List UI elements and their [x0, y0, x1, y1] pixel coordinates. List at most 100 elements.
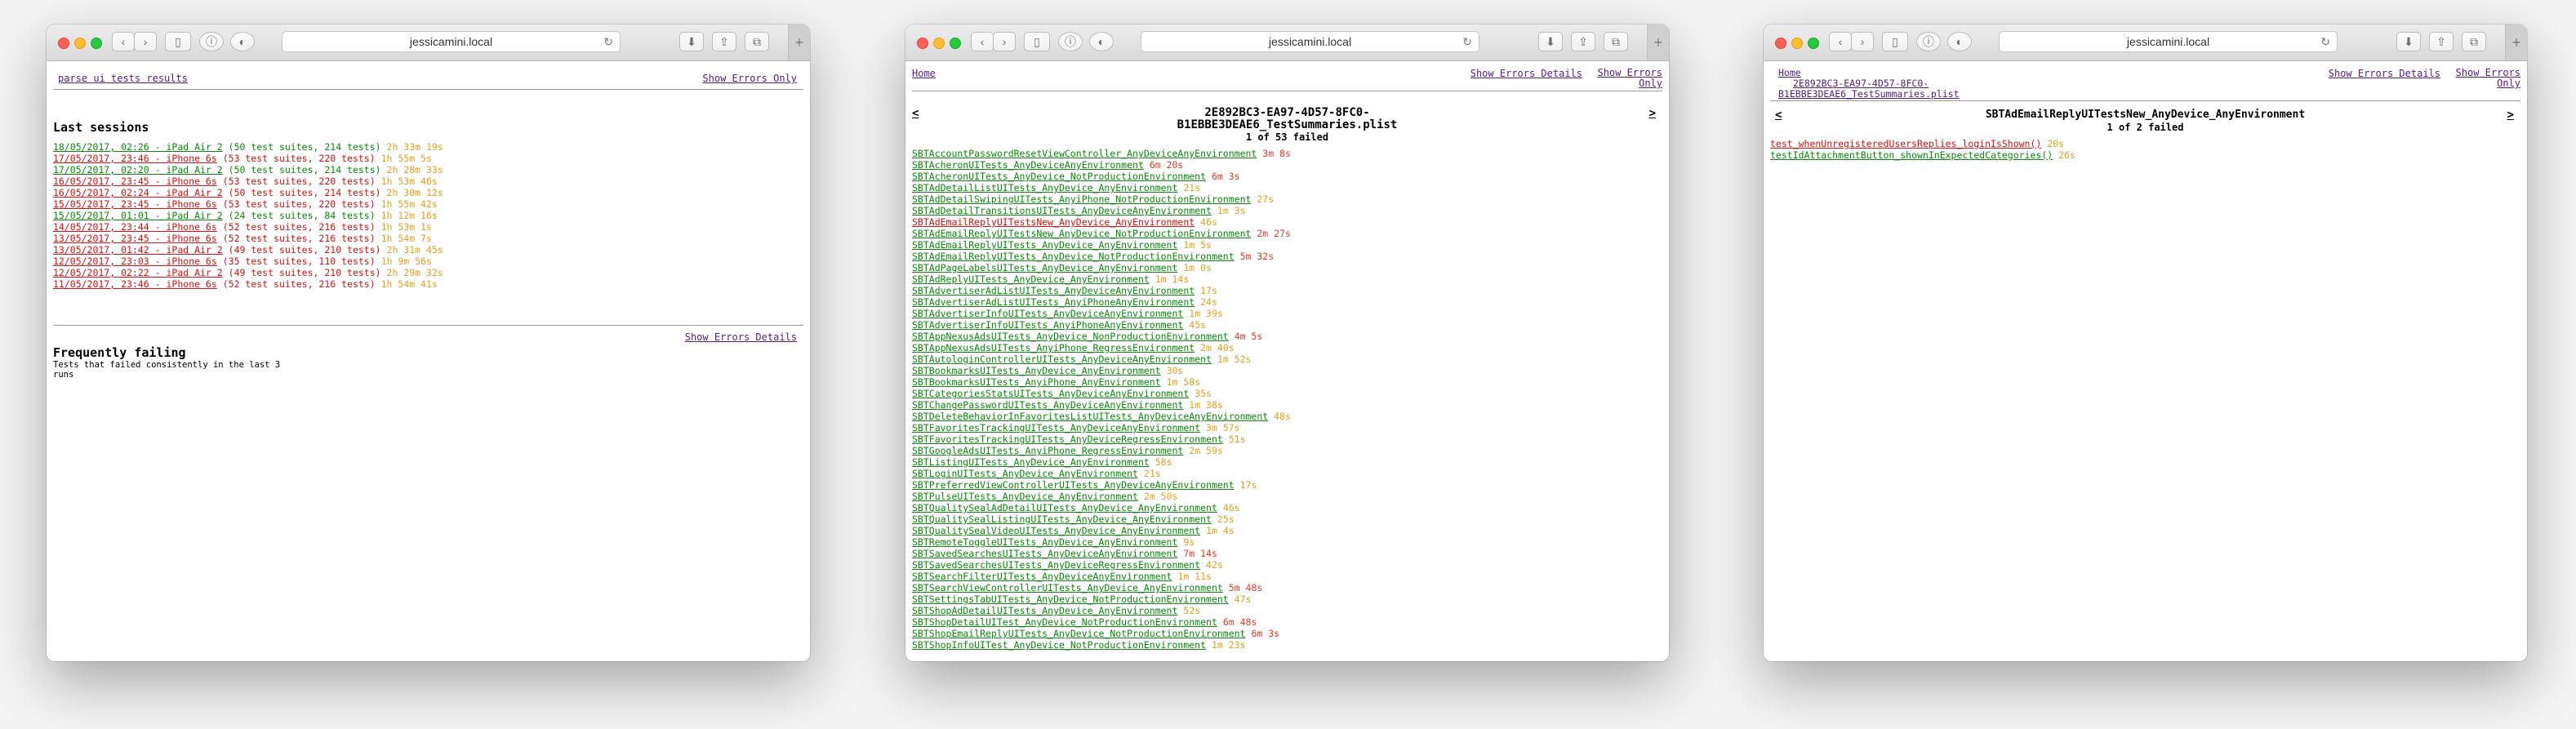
download-icon[interactable]: ⬇ [2396, 32, 2421, 51]
test-link[interactable]: test_whenUnregisteredUsersReplies_loginI… [1770, 138, 2041, 149]
suite-link[interactable]: SBTAdvertiserAdListUITests_AnyDeviceAnyE… [912, 285, 1195, 296]
zoom-window-button[interactable] [91, 38, 102, 49]
session-link[interactable]: 13/05/2017, 23:45 - iPhone 6s [53, 233, 217, 244]
close-window-button[interactable] [58, 38, 69, 49]
suite-link[interactable]: SBTPulseUITests_AnyDevice_AnyEnvironment [912, 491, 1138, 502]
home-link[interactable]: Home [912, 68, 936, 79]
suite-link[interactable]: SBTRemoteToggleUITests_AnyDevice_AnyEnvi… [912, 536, 1177, 548]
session-link[interactable]: 15/05/2017, 23:45 - iPhone 6s [53, 198, 217, 210]
show-errors-only-link[interactable]: Show Errors Only [2456, 68, 2520, 89]
suite-link[interactable]: SBTAdDetailTransitionsUITests_AnyDeviceA… [912, 205, 1212, 216]
back-button[interactable]: ‹ [971, 32, 994, 51]
suite-link[interactable]: SBTAdvertiserInfoUITests_AnyDeviceAnyEnv… [912, 308, 1183, 319]
address-bar[interactable]: jessicamini.local ↻ [1141, 31, 1479, 52]
share-icon[interactable]: ⇪ [712, 32, 736, 51]
tabs-icon[interactable]: ⧉ [745, 32, 769, 51]
suite-link[interactable]: SBTShopInfoUITest_AnyDevice_NotProductio… [912, 639, 1206, 651]
suite-link[interactable]: SBTAppNexusAdsUITests_AnyiPhone_RegressE… [912, 342, 1195, 353]
sidebar-icon[interactable]: ▯ [1882, 32, 1908, 51]
suite-link[interactable]: SBTCategoriesStatsUITests_AnyDeviceAnyEn… [912, 388, 1189, 399]
suite-link[interactable]: SBTAccountPasswordResetViewController_An… [912, 148, 1257, 159]
show-errors-only-link[interactable]: Show Errors Only [702, 73, 797, 84]
suite-link[interactable]: SBTAcheronUITests_AnyDevice_NotProductio… [912, 171, 1206, 182]
session-link[interactable]: 12/05/2017, 23:03 - iPhone 6s [53, 256, 217, 267]
suite-link[interactable]: SBTAdDetailListUITests_AnyDevice_AnyEnvi… [912, 182, 1177, 193]
session-link[interactable]: 14/05/2017, 23:44 - iPhone 6s [53, 221, 217, 233]
suite-link[interactable]: SBTDeleteBehaviorInFavoritesListUITests_… [912, 411, 1268, 422]
suite-link[interactable]: SBTQualitySealVideoUITests_AnyDevice_Any… [912, 525, 1200, 536]
suite-link[interactable]: SBTSavedSearchesUITests_AnyDeviceRegress… [912, 559, 1200, 571]
suite-link[interactable]: SBTAdEmailReplyUITestsNew_AnyDevice_AnyE… [912, 216, 1195, 228]
new-tab-button[interactable]: + [2505, 24, 2527, 60]
suite-link[interactable]: SBTShopAdDetailUITests_AnyDevice_AnyEnvi… [912, 605, 1177, 616]
suite-link[interactable]: SBTQualitySealListingUITests_AnyDevice_A… [912, 513, 1212, 525]
minimize-window-button[interactable] [933, 38, 945, 49]
suite-link[interactable]: SBTAdDetailSwipingUITests_AnyiPhone_NotP… [912, 193, 1251, 205]
show-errors-details-link[interactable]: Show Errors Details [2329, 68, 2440, 79]
suite-link[interactable]: SBTAdEmailReplyUITests_AnyDevice_NotProd… [912, 251, 1235, 262]
reader-icon[interactable]: ⓘ [199, 32, 224, 51]
suite-link[interactable]: SBTShopDetailUITest_AnyDevice_NotProduct… [912, 616, 1217, 628]
suite-link[interactable]: SBTBookmarksUITests_AnyiPhone_AnyEnviron… [912, 376, 1161, 388]
suite-link[interactable]: SBTAutologinControllerUITests_AnyDeviceA… [912, 353, 1212, 365]
suite-link[interactable]: SBTAdReplyUITests_AnyDevice_AnyEnvironme… [912, 273, 1150, 285]
tabs-icon[interactable]: ⧉ [1604, 32, 1628, 51]
home-link[interactable]: Home [1778, 67, 1801, 78]
reader-icon[interactable]: ⓘ [1058, 32, 1083, 51]
close-window-button[interactable] [917, 38, 928, 49]
session-link[interactable]: 16/05/2017, 23:45 - iPhone 6s [53, 176, 217, 187]
back-button[interactable]: ‹ [1829, 32, 1852, 51]
suite-link[interactable]: SBTAppNexusAdsUITests_AnyDevice_NonProdu… [912, 331, 1229, 342]
forward-button[interactable]: › [1851, 32, 1874, 51]
sidebar-icon[interactable]: ▯ [1024, 32, 1050, 51]
parse-results-link[interactable]: parse ui tests results [58, 73, 188, 84]
suite-link[interactable]: SBTSearchFilterUITests_AnyDeviceAnyEnvir… [912, 571, 1172, 582]
download-icon[interactable]: ⬇ [1538, 32, 1563, 51]
plist-link-line1[interactable]: 2E892BC3-EA97-4D57-8FC0- [1793, 78, 1929, 89]
session-link[interactable]: 17/05/2017, 23:46 - iPhone 6s [53, 153, 217, 164]
download-icon[interactable]: ⬇ [679, 32, 704, 51]
suite-link[interactable]: SBTSettingsTabUITests_AnyDevice_NotProdu… [912, 593, 1229, 605]
session-link[interactable]: 18/05/2017, 02:26 - iPad Air 2 [53, 141, 223, 153]
suite-link[interactable]: SBTLoginUITests_AnyDevice_AnyEnvironment [912, 468, 1138, 479]
suite-link[interactable]: SBTPreferredViewControllerUITests_AnyDev… [912, 479, 1235, 491]
show-errors-only-link[interactable]: Show Errors Only [1598, 68, 1662, 89]
suite-link[interactable]: SBTChangePasswordUITests_AnyDeviceAnyEnv… [912, 399, 1183, 411]
suite-link[interactable]: SBTAdPageLabelsUITests_AnyDevice_AnyEnvi… [912, 262, 1177, 273]
suite-link[interactable]: SBTFavoritesTrackingUITests_AnyDeviceReg… [912, 433, 1223, 445]
show-errors-details-link[interactable]: Show Errors Details [1470, 68, 1582, 79]
minimize-window-button[interactable] [1791, 38, 1803, 49]
suite-link[interactable]: SBTAdvertiserInfoUITests_AnyiPhoneAnyEnv… [912, 319, 1183, 331]
plist-link-line2[interactable]: B1EBBE3DEAE6_TestSummaries.plist [1778, 88, 1960, 100]
session-link[interactable]: 15/05/2017, 01:01 - iPad Air 2 [53, 210, 223, 221]
suite-link[interactable]: SBTListingUITests_AnyDevice_AnyEnvironme… [912, 456, 1150, 468]
suite-link[interactable]: SBTAdEmailReplyUITestsNew_AnyDevice_NotP… [912, 228, 1251, 239]
address-bar[interactable]: jessicamini.local ↻ [1999, 31, 2338, 52]
share-icon[interactable]: ⇪ [1571, 32, 1595, 51]
new-tab-button[interactable]: + [1647, 24, 1669, 60]
suite-link[interactable]: SBTAdvertiserAdListUITests_AnyiPhoneAnyE… [912, 296, 1195, 308]
tabs-icon[interactable]: ⧉ [2462, 32, 2486, 51]
reload-icon[interactable]: ↻ [2320, 32, 2330, 52]
session-link[interactable]: 13/05/2017, 01:42 - iPad Air 2 [53, 244, 223, 256]
reader-icon[interactable]: ⓘ [1916, 32, 1941, 51]
session-link[interactable]: 12/05/2017, 02:22 - iPad Air 2 [53, 267, 223, 278]
privacy-icon[interactable]: ◐ [1947, 32, 1972, 51]
suite-link[interactable]: SBTAcheronUITests_AnyDeviceAnyEnvironmen… [912, 159, 1144, 171]
suite-link[interactable]: SBTQualitySealAdDetailUITests_AnyDevice_… [912, 502, 1217, 513]
forward-button[interactable]: › [134, 32, 157, 51]
session-link[interactable]: 11/05/2017, 23:46 - iPhone 6s [53, 278, 217, 290]
session-link[interactable]: 16/05/2017, 02:24 - iPad Air 2 [53, 187, 223, 198]
suite-link[interactable]: SBTShopEmailReplyUITests_AnyDevice_NotPr… [912, 628, 1246, 639]
sidebar-icon[interactable]: ▯ [165, 32, 191, 51]
show-errors-details-link[interactable]: Show Errors Details [685, 331, 797, 343]
close-window-button[interactable] [1775, 38, 1786, 49]
back-button[interactable]: ‹ [112, 32, 135, 51]
suite-link[interactable]: SBTSearchViewControllerUITests_AnyDevice… [912, 582, 1223, 593]
share-icon[interactable]: ⇪ [2429, 32, 2454, 51]
suite-link[interactable]: SBTSavedSearchesUITests_AnyDeviceAnyEnvi… [912, 548, 1177, 559]
test-link[interactable]: testIdAttachmentButton_shownInExpectedCa… [1770, 149, 2053, 161]
privacy-icon[interactable]: ◐ [1089, 32, 1114, 51]
reload-icon[interactable]: ↻ [603, 32, 613, 52]
reload-icon[interactable]: ↻ [1462, 32, 1472, 52]
